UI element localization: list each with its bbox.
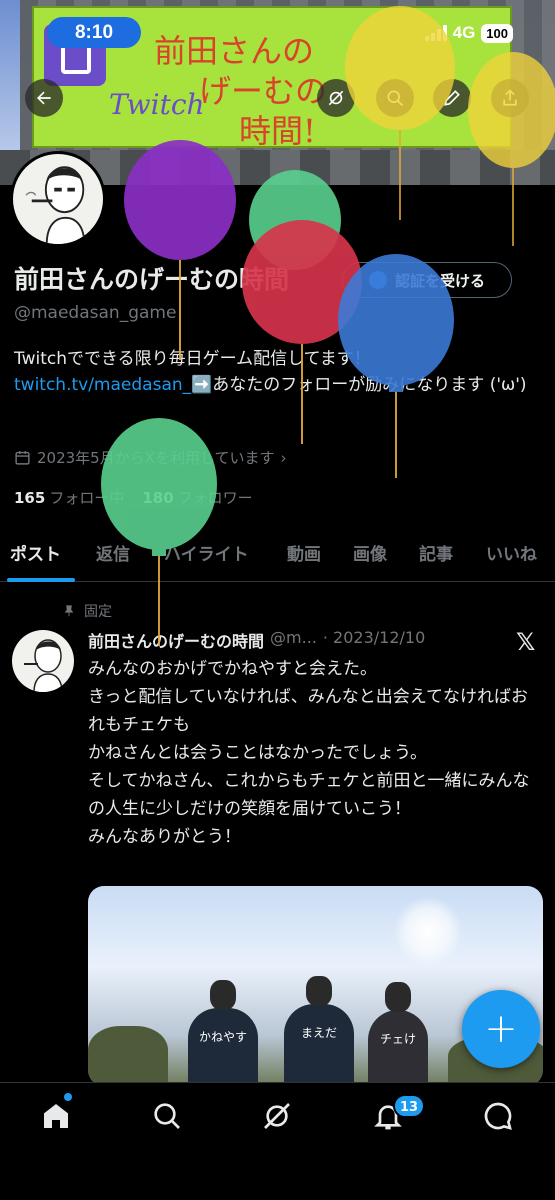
grok-icon: [328, 90, 344, 106]
profile-avatar[interactable]: [10, 151, 106, 247]
bio-text: Twitchでできる限り毎日ゲーム配信してます！: [14, 349, 371, 369]
message-icon: [484, 1102, 512, 1130]
calendar-icon: [15, 451, 30, 465]
chevron-right-icon[interactable]: ›: [281, 449, 287, 467]
follow-stats: 165 フォロー中 180 フォロワー: [14, 487, 253, 508]
balloon-green-top: [249, 170, 341, 270]
edit-button[interactable]: [433, 79, 471, 117]
home-icon: [44, 1104, 68, 1128]
battery-icon: 100: [481, 23, 513, 43]
tab-replies[interactable]: 返信: [96, 540, 130, 565]
grok-icon: [264, 1103, 290, 1129]
verified-badge-icon: [368, 271, 387, 289]
verify-button-label: 認証を受ける: [394, 271, 485, 290]
active-tab-indicator: [7, 578, 75, 582]
image-person: まえだ: [284, 976, 354, 1086]
image-person: かねやす: [188, 980, 258, 1086]
followers-count: 180: [142, 489, 174, 507]
image-tree: [88, 1026, 168, 1086]
tab-articles[interactable]: 記事: [419, 540, 453, 565]
avatar-illustration: [25, 166, 86, 244]
post-date: · 2023/12/10: [322, 628, 426, 647]
status-indicators: 4G 100: [424, 20, 513, 46]
status-time: 8:10: [47, 17, 141, 48]
pinned-indicator: 固定: [62, 601, 112, 621]
post-line: きっと配信していなければ、みんなと出会えてなければおれもチェケも: [88, 687, 528, 735]
pinned-label: 固定: [84, 604, 112, 620]
hoodie-text: まえだ: [300, 1026, 337, 1040]
search-button[interactable]: [376, 79, 414, 117]
network-type: 4G: [452, 23, 476, 42]
share-icon: [503, 89, 517, 106]
profile-tabs: ポスト 返信 ハイライト 動画 画像 記事 いいね: [0, 530, 555, 582]
post-author-handle[interactable]: @m...: [270, 628, 317, 652]
home-unread-dot: [64, 1093, 72, 1101]
bio-link[interactable]: twitch.tv/maedasan_: [14, 375, 191, 395]
bio-after-link: ➡️あなたのフォローが励みになります ('ω'): [191, 375, 527, 395]
pin-icon: [64, 605, 74, 617]
profile-bio: Twitchでできる限り毎日ゲーム配信してます！ twitch.tv/maeda…: [14, 346, 544, 398]
share-button[interactable]: [491, 79, 529, 117]
search-icon: [387, 90, 404, 107]
post-line: かねさんとは会うことはなかったでしょう。: [88, 743, 427, 763]
nav-home[interactable]: [40, 1100, 72, 1132]
followers-link[interactable]: 180 フォロワー: [142, 487, 252, 508]
signal-icon: [424, 25, 447, 41]
verify-button[interactable]: 認証を受ける: [342, 262, 512, 298]
post-line: みんなのおかげでかねやすと会えた。: [88, 659, 377, 679]
image-sun: [393, 896, 463, 966]
nav-messages[interactable]: [482, 1100, 514, 1132]
compose-button[interactable]: +: [462, 990, 540, 1068]
pencil-icon: [444, 90, 460, 106]
sign-brand: Twitch: [109, 88, 205, 121]
notifications-badge: 13: [393, 1094, 426, 1118]
tab-likes[interactable]: いいね: [486, 540, 537, 565]
hoodie-text: かねやす: [198, 1030, 247, 1044]
post-line: みんなありがとう！: [88, 827, 241, 847]
sign-text-3: 時間!: [239, 112, 316, 150]
nav-grok[interactable]: [261, 1100, 293, 1132]
tab-videos[interactable]: 動画: [287, 540, 321, 565]
tab-posts[interactable]: ポスト: [10, 540, 61, 565]
post-body: みんなのおかげでかねやすと会えた。 きっと配信していなければ、みんなと出会えてな…: [88, 655, 543, 851]
bottom-nav: [0, 1082, 555, 1200]
x-logo-icon: 𝕏: [516, 628, 536, 656]
nav-search[interactable]: [151, 1100, 183, 1132]
post-author-name[interactable]: 前田さんのげーむの時間: [88, 628, 264, 652]
avatar-illustration-small: [24, 639, 63, 692]
joined-date: 2023年5月からXを利用しています ›: [14, 447, 287, 468]
following-label: フォロー中: [49, 489, 125, 507]
tab-images[interactable]: 画像: [353, 540, 387, 565]
arrow-left-icon: [37, 91, 51, 105]
post-line: そしてかねさん、これからもチェケと前田と一緒にみんなの人生に少しだけの笑顔を届け…: [88, 771, 530, 819]
profile-handle: @maedasan_game: [14, 303, 177, 323]
followers-label: フォロワー: [177, 489, 253, 507]
joined-text: 2023年5月からXを利用しています: [37, 449, 275, 467]
profile-name: 前田さんのげーむの時間: [14, 265, 290, 294]
tab-highlights[interactable]: ハイライト: [164, 540, 249, 565]
grok-button[interactable]: [317, 79, 355, 117]
back-button[interactable]: [25, 79, 63, 117]
following-link[interactable]: 165 フォロー中: [14, 487, 124, 508]
image-person: チェけ: [368, 982, 428, 1086]
hoodie-text: チェけ: [379, 1032, 416, 1046]
search-icon: [154, 1103, 180, 1129]
balloon-red: [242, 220, 362, 444]
post-header: 前田さんのげーむの時間 @m... · 2023/12/10: [88, 628, 425, 652]
following-count: 165: [14, 489, 46, 507]
post-avatar[interactable]: [12, 630, 74, 692]
